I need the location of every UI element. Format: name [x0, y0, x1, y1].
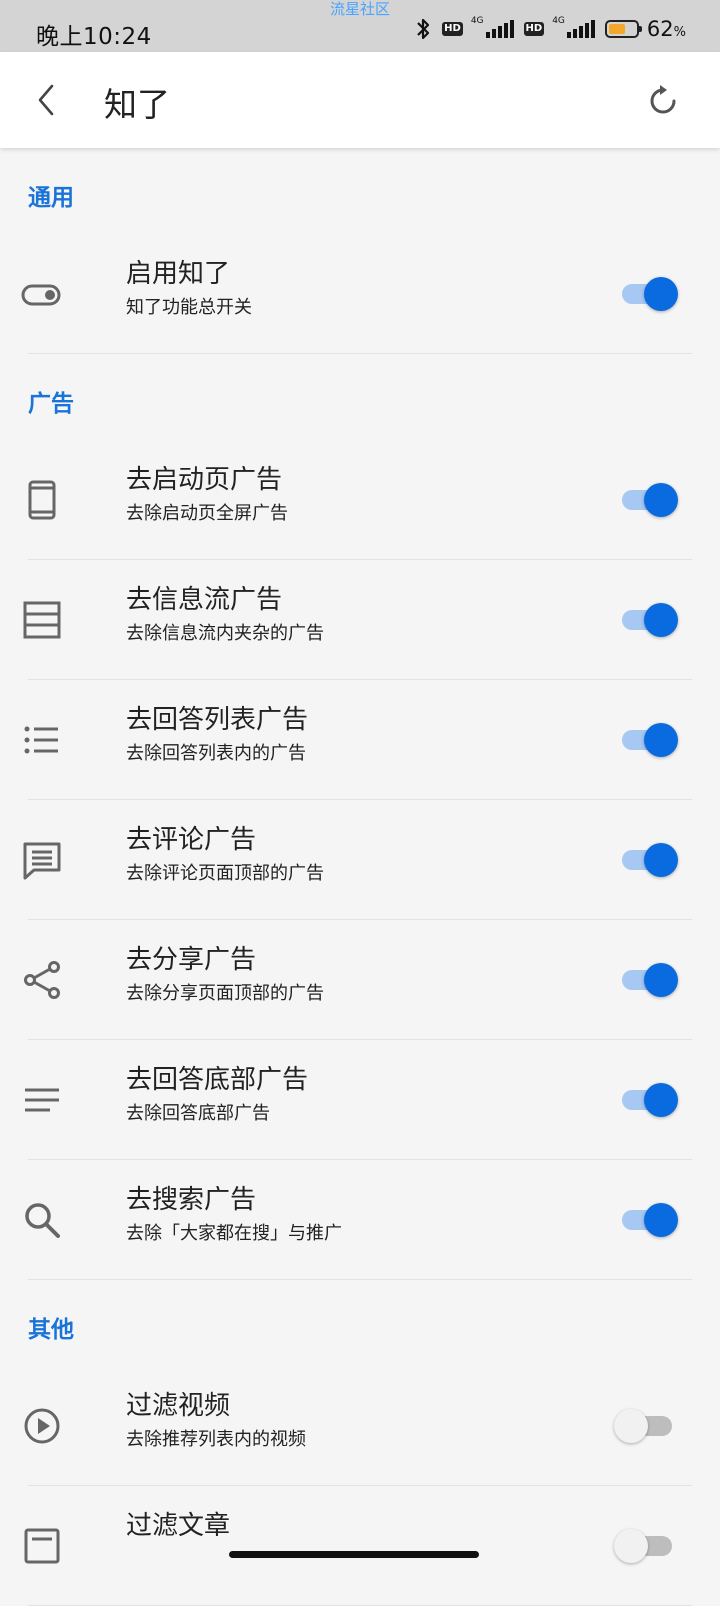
status-bar: 流星社区 晚上10:24 HD 4G HD 4G 62% — [0, 0, 720, 52]
setting-texts: 启用知了知了功能总开关 — [126, 256, 252, 322]
feed-icon — [20, 598, 64, 642]
setting-texts: 去分享广告去除分享页面顶部的广告 — [126, 942, 324, 1008]
settings-row[interactable]: 去回答列表广告去除回答列表内的广告 — [0, 680, 720, 800]
setting-subtitle: 知了功能总开关 — [126, 297, 252, 318]
switch-thumb — [644, 483, 678, 517]
toggle-switch[interactable] — [622, 483, 678, 517]
setting-subtitle: 去除分享页面顶部的广告 — [126, 983, 324, 1004]
share-icon — [20, 958, 64, 1002]
setting-subtitle: 去除推荐列表内的视频 — [126, 1429, 306, 1450]
battery-percentage: 62% — [646, 17, 686, 41]
setting-texts: 去回答底部广告去除回答底部广告 — [126, 1062, 308, 1128]
settings-row[interactable]: 去评论广告去除评论页面顶部的广告 — [0, 800, 720, 920]
app-bar: 知了 — [0, 52, 720, 148]
settings-row[interactable]: 启用知了知了功能总开关 — [0, 234, 720, 354]
section-header: 广告 — [0, 354, 720, 440]
battery-icon — [604, 20, 642, 38]
toggle-switch[interactable] — [622, 723, 678, 757]
switch-thumb — [644, 843, 678, 877]
setting-title: 启用知了 — [126, 259, 231, 289]
setting-title: 过滤文章 — [126, 1511, 231, 1541]
page-title: 知了 — [104, 85, 170, 124]
setting-subtitle: 去除信息流内夹杂的广告 — [126, 623, 324, 644]
setting-subtitle: 去除「大家都在搜」与推广 — [126, 1223, 342, 1244]
section-header: 通用 — [0, 148, 720, 234]
toggle-switch[interactable] — [622, 843, 678, 877]
signal-icon — [566, 20, 595, 38]
setting-subtitle: 去除回答列表内的广告 — [126, 743, 306, 764]
setting-title: 过滤视频 — [126, 1391, 231, 1421]
toggle-switch[interactable] — [614, 1409, 672, 1443]
hd-badge-2: HD — [523, 22, 545, 36]
settings-row[interactable]: 去分享广告去除分享页面顶部的广告 — [0, 920, 720, 1040]
switch-thumb — [644, 1083, 678, 1117]
hd-badge-1: HD — [442, 22, 463, 36]
setting-title: 去评论广告 — [126, 825, 257, 855]
setting-title: 去分享广告 — [126, 945, 257, 975]
switch-thumb — [644, 603, 678, 637]
settings-list: 通用启用知了知了功能总开关广告去启动页广告去除启动页全屏广告去信息流广告去除信息… — [0, 148, 720, 1606]
setting-texts: 去启动页广告去除启动页全屏广告 — [126, 462, 288, 528]
toggle-switch[interactable] — [614, 1529, 672, 1563]
section-title: 其他 — [28, 1317, 74, 1343]
setting-texts: 去评论广告去除评论页面顶部的广告 — [126, 822, 324, 888]
signal-icon — [485, 20, 514, 38]
toggle-switch[interactable] — [622, 1203, 678, 1237]
article-icon — [20, 1524, 64, 1568]
play-circle-icon — [20, 1404, 64, 1448]
section-title: 通用 — [28, 185, 74, 211]
toggle-switch[interactable] — [622, 603, 678, 637]
network-type-2: 4G — [552, 16, 565, 26]
list-icon — [20, 718, 64, 762]
setting-texts: 去回答列表广告去除回答列表内的广告 — [126, 702, 308, 768]
settings-row[interactable]: 去启动页广告去除启动页全屏广告 — [0, 440, 720, 560]
lines-icon — [20, 1078, 64, 1122]
switch-thumb — [644, 963, 678, 997]
setting-title: 去搜索广告 — [126, 1185, 257, 1215]
switch-thumb — [614, 1529, 648, 1563]
phone-icon — [20, 478, 64, 522]
settings-row[interactable]: 过滤视频去除推荐列表内的视频 — [0, 1366, 720, 1486]
section-header: 其他 — [0, 1280, 720, 1366]
setting-texts: 去搜索广告去除「大家都在搜」与推广 — [126, 1182, 342, 1248]
toggle-switch[interactable] — [622, 963, 678, 997]
home-indicator[interactable] — [229, 1551, 479, 1558]
settings-row[interactable]: 去信息流广告去除信息流内夹杂的广告 — [0, 560, 720, 680]
setting-title: 去启动页广告 — [126, 465, 283, 495]
setting-subtitle: 去除评论页面顶部的广告 — [126, 863, 324, 884]
setting-texts: 去信息流广告去除信息流内夹杂的广告 — [126, 582, 324, 648]
toggle-switch[interactable] — [622, 277, 678, 311]
comment-icon — [20, 838, 64, 882]
setting-subtitle: 去除启动页全屏广告 — [126, 503, 288, 524]
setting-title: 去回答列表广告 — [126, 705, 309, 735]
setting-title: 去信息流广告 — [126, 585, 283, 615]
setting-subtitle: 去除回答底部广告 — [126, 1103, 270, 1124]
toggle-icon — [20, 272, 64, 316]
status-time: 晚上10:24 — [36, 24, 152, 50]
switch-thumb — [614, 1409, 648, 1443]
network-type-1: 4G — [470, 16, 484, 26]
refresh-icon[interactable] — [644, 82, 682, 120]
setting-texts: 过滤文章 — [126, 1508, 230, 1544]
status-icons: HD 4G HD 4G 62% — [414, 16, 686, 42]
switch-thumb — [644, 723, 678, 757]
battery-level-fill — [608, 24, 625, 34]
settings-row[interactable]: 去回答底部广告去除回答底部广告 — [0, 1040, 720, 1160]
toggle-switch[interactable] — [622, 1083, 678, 1117]
bluetooth-icon — [417, 18, 430, 40]
settings-row[interactable]: 过滤文章 — [0, 1486, 720, 1606]
settings-row[interactable]: 去搜索广告去除「大家都在搜」与推广 — [0, 1160, 720, 1280]
switch-thumb — [644, 277, 678, 311]
setting-texts: 过滤视频去除推荐列表内的视频 — [126, 1388, 306, 1454]
section-title: 广告 — [28, 391, 74, 417]
search-icon — [20, 1198, 64, 1242]
switch-thumb — [644, 1203, 678, 1237]
setting-title: 去回答底部广告 — [126, 1065, 309, 1095]
chevron-left-icon[interactable] — [30, 82, 66, 118]
